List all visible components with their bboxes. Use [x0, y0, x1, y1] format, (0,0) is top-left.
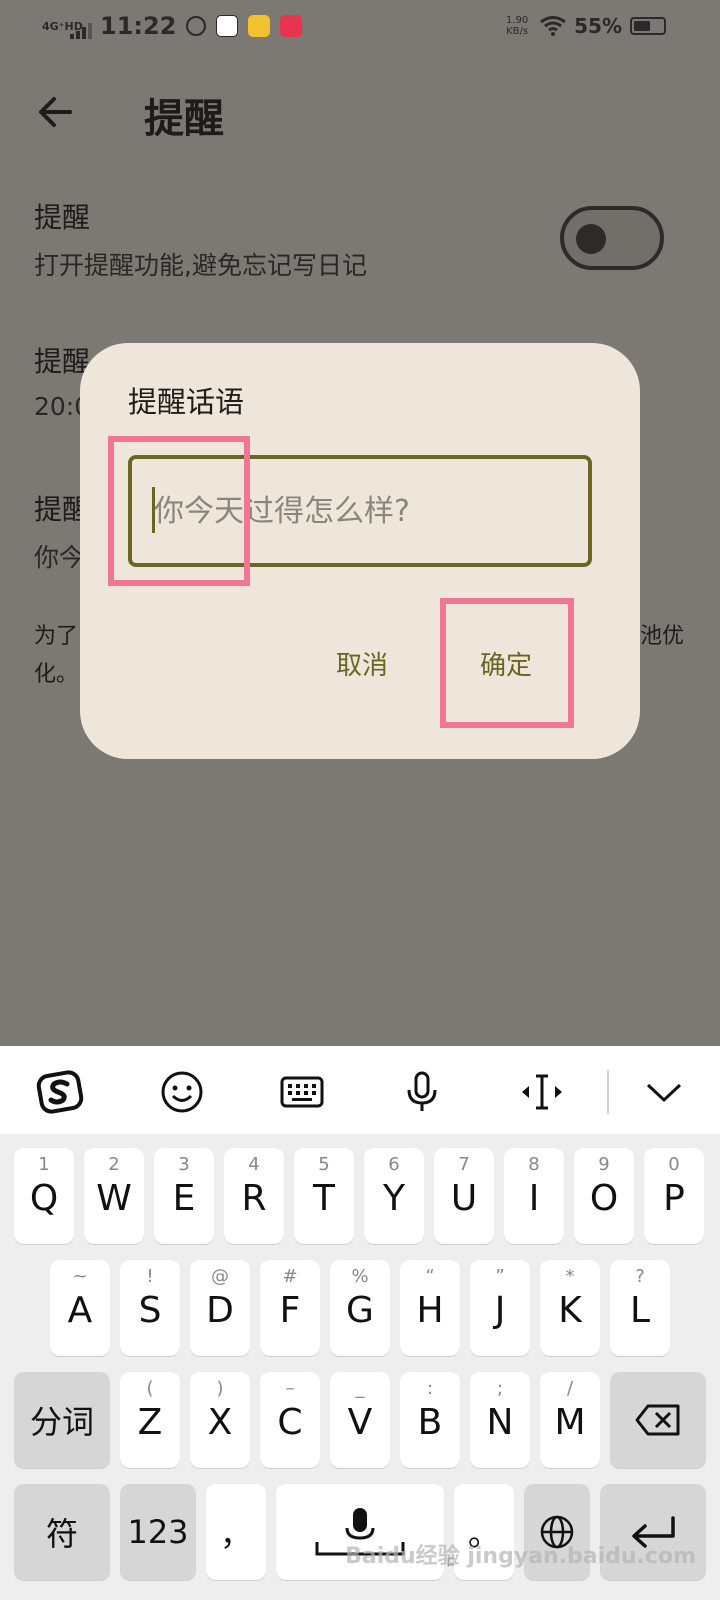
comma-key[interactable]: ， [206, 1484, 266, 1580]
signal-icon [70, 23, 92, 39]
note-text-left-2: 化。 [34, 662, 79, 687]
emoji-icon[interactable] [158, 1068, 206, 1116]
key-q[interactable]: 1Q [14, 1148, 74, 1244]
key-w[interactable]: 2W [84, 1148, 144, 1244]
dialog-title: 提醒话语 [128, 385, 245, 419]
key-i[interactable]: 8I [504, 1148, 564, 1244]
key-p[interactable]: 0P [644, 1148, 704, 1244]
key-n[interactable]: ; N [470, 1372, 530, 1468]
key-h[interactable]: “H [400, 1260, 460, 1356]
key-k[interactable]: * K [540, 1260, 600, 1356]
key-t[interactable]: 5T [294, 1148, 354, 1244]
cursor-move-icon[interactable] [518, 1068, 566, 1116]
key-a[interactable]: ~ A [50, 1260, 110, 1356]
clock: 11:22 [100, 12, 177, 40]
note-text-right: 池优 [639, 624, 684, 649]
key-x[interactable]: ) X [190, 1372, 250, 1468]
highlight-confirm-button [440, 598, 574, 728]
key-f[interactable]: # F [260, 1260, 320, 1356]
reminder-toggle-subtitle: 打开提醒功能,避免忘记写日记 [34, 251, 367, 280]
sogou-logo-icon[interactable] [36, 1068, 84, 1116]
backspace-key[interactable] [610, 1372, 706, 1468]
key-r[interactable]: 4R [224, 1148, 284, 1244]
keyboard: 1Q 2W 3E 4R 5T 6Y 7U 8I 9O 0P ~ A ! S @ D #… [0, 1134, 720, 1600]
reminder-words-value: 你今 [34, 543, 85, 572]
key-o[interactable]: 9O [574, 1148, 634, 1244]
key-e[interactable]: 3E [154, 1148, 214, 1244]
chevron-down-icon[interactable] [640, 1068, 688, 1116]
page-title: 提醒 [144, 96, 224, 142]
key-z[interactable]: (Z [120, 1372, 180, 1468]
status-bar: 4G⁺HD 11:22 1.90 KB/s 55% [0, 0, 720, 56]
reminder-toggle-switch[interactable] [560, 206, 664, 270]
microphone-icon[interactable] [398, 1068, 446, 1116]
symbol-key[interactable]: 符 [14, 1484, 110, 1580]
news-app-icon [280, 15, 303, 37]
back-arrow-icon[interactable] [32, 88, 80, 136]
key-j[interactable]: ” J [470, 1260, 530, 1356]
wifi-icon [540, 16, 567, 36]
toolbar-separator [607, 1070, 609, 1114]
key-y[interactable]: 6Y [364, 1148, 424, 1244]
key-m[interactable]: / M [540, 1372, 600, 1468]
key-l[interactable]: ? L [610, 1260, 670, 1356]
cancel-button[interactable]: 取消 [316, 633, 408, 694]
keyboard-icon[interactable] [278, 1068, 326, 1116]
weibo-icon [248, 15, 271, 37]
highlight-input-start [108, 436, 250, 586]
key-g[interactable]: % G [330, 1260, 390, 1356]
key-b[interactable]: :B [400, 1372, 460, 1468]
reminder-time-title[interactable]: 提醒 [34, 340, 90, 380]
notification-app-icon [186, 16, 207, 36]
battery-percent: 55% [574, 14, 622, 38]
key-v[interactable]: _ V [330, 1372, 390, 1468]
keyboard-toolbar [0, 1046, 720, 1134]
key-u[interactable]: 7U [434, 1148, 494, 1244]
network-speed: 1.90 KB/s [505, 15, 529, 37]
reminder-toggle-title: 提醒 [34, 201, 91, 234]
segment-key[interactable]: 分词 [14, 1372, 110, 1468]
numeric-key[interactable]: 123 [120, 1484, 196, 1580]
video-app-icon [216, 15, 239, 37]
key-s[interactable]: ! S [120, 1260, 180, 1356]
key-d[interactable]: @ D [190, 1260, 250, 1356]
key-c[interactable]: – C [260, 1372, 320, 1468]
toggle-knob [576, 224, 606, 254]
backspace-icon [635, 1404, 680, 1436]
top-app-bar: 提醒 [0, 80, 720, 144]
battery-icon [630, 17, 666, 35]
note-text-left: 为了 [34, 624, 79, 649]
baidu-watermark: Baidu经验 jingyan.baidu.com [345, 1544, 696, 1569]
